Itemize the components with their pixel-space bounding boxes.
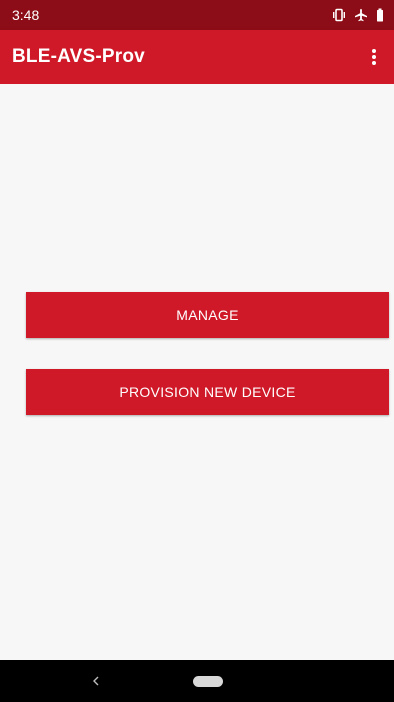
app-title: BLE-AVS-Prov [12,46,145,67]
status-icons [332,8,384,22]
vibrate-icon [332,8,346,22]
provision-new-device-button-label: PROVISION NEW DEVICE [119,384,296,400]
navigation-bar [0,660,394,702]
back-button[interactable] [86,671,106,691]
status-bar: 3:48 [0,0,394,30]
more-vert-icon [372,49,376,65]
overflow-menu-button[interactable] [364,42,384,72]
manage-button-label: MANAGE [176,307,239,323]
app-bar: BLE-AVS-Prov [0,30,394,84]
status-time: 3:48 [12,7,40,23]
airplane-mode-icon [354,8,368,22]
provision-new-device-button[interactable]: PROVISION NEW DEVICE [26,369,389,415]
battery-icon [376,8,384,22]
home-pill-icon[interactable] [193,676,223,687]
manage-button[interactable]: MANAGE [26,292,389,338]
main-content: MANAGE PROVISION NEW DEVICE [0,84,394,660]
back-icon [93,676,99,686]
